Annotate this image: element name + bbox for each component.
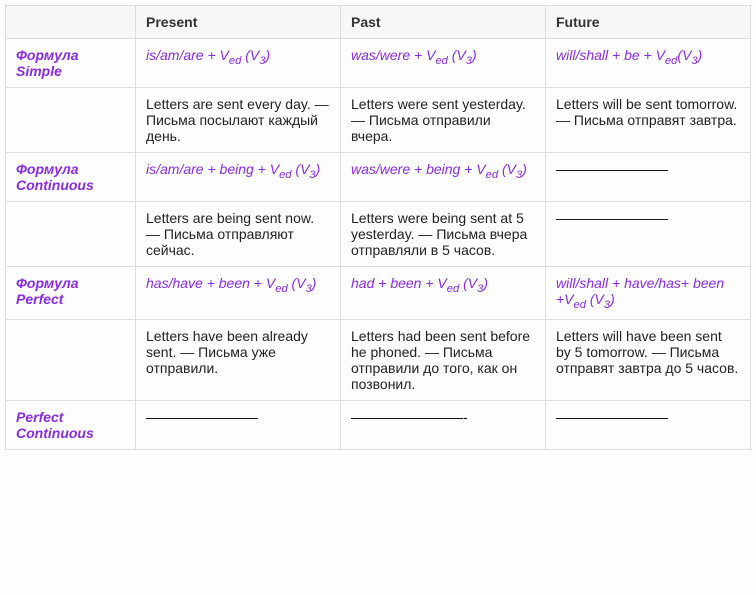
text: ) [265, 47, 270, 63]
perfect-example-row: Letters have been already sent. — Письма… [6, 319, 751, 400]
perfect-past-formula: had + been + Ved (V3) [341, 267, 546, 320]
continuous-past-formula: was/were + being + Ved (V3) [341, 153, 546, 202]
simple-present-formula: is/am/are + Ved (V3) [136, 39, 341, 88]
text: was/were + V [351, 47, 435, 63]
perfcont-past: ————————- [341, 400, 546, 449]
text: (V [586, 291, 604, 307]
text: ed [574, 299, 586, 311]
continuous-present-formula: is/am/are + being + Ved (V3) [136, 153, 341, 202]
continuous-future-example: ———————— [546, 202, 751, 267]
continuous-present-example: Letters are being sent now. — Письма отп… [136, 202, 341, 267]
text: (V [498, 161, 516, 177]
perfect-future-formula: will/shall + have/has+ been +Ved (V3) [546, 267, 751, 320]
continuous-formula-row: Формула Continuous is/am/are + being + V… [6, 153, 751, 202]
text: (V [241, 47, 259, 63]
text: (V [677, 47, 691, 63]
text: ed [447, 283, 459, 295]
text: ) [522, 161, 527, 177]
simple-future-example: Letters will be sent tomorrow. — Письма … [546, 88, 751, 153]
header-present: Present [136, 6, 341, 39]
text: ed [275, 283, 287, 295]
continuous-label: Формула Continuous [6, 153, 136, 202]
text: ) [312, 275, 317, 291]
perfect-continuous-label: Perfect Continuous [6, 400, 136, 449]
text: has/have + been + V [146, 275, 275, 291]
text: ) [610, 291, 615, 307]
text: had + been + V [351, 275, 447, 291]
text: ) [483, 275, 488, 291]
perfcont-present: ———————— [136, 400, 341, 449]
text: (V [448, 47, 466, 63]
passive-voice-table: Present Past Future Формула Simple is/am… [5, 5, 751, 450]
simple-label: Формула Simple [6, 39, 136, 88]
simple-example-row: Letters are sent every day. — Письма пос… [6, 88, 751, 153]
text: (V [459, 275, 477, 291]
text: (V [288, 275, 306, 291]
simple-present-example: Letters are sent every day. — Письма пос… [136, 88, 341, 153]
perfect-present-formula: has/have + been + Ved (V3) [136, 267, 341, 320]
perfect-formula-row: Формула Perfect has/have + been + Ved (V… [6, 267, 751, 320]
simple-formula-row: Формула Simple is/am/are + Ved (V3) was/… [6, 39, 751, 88]
header-past: Past [341, 6, 546, 39]
header-empty [6, 6, 136, 39]
text: ) [316, 161, 321, 177]
perfect-future-example: Letters will have been sent by 5 tomorro… [546, 319, 751, 400]
text: is/am/are + V [146, 47, 229, 63]
empty-cell [6, 319, 136, 400]
continuous-example-row: Letters are being sent now. — Письма отп… [6, 202, 751, 267]
continuous-past-example: Letters were being sent at 5 yesterday. … [341, 202, 546, 267]
perfect-past-example: Letters had been sent before he phoned. … [341, 319, 546, 400]
text: will/shall + be + V [556, 47, 665, 63]
text: ) [698, 47, 703, 63]
perfect-present-example: Letters have been already sent. — Письма… [136, 319, 341, 400]
text: ed [229, 55, 241, 67]
text: was/were + being + V [351, 161, 486, 177]
perfcont-future: ———————— [546, 400, 751, 449]
header-future: Future [546, 6, 751, 39]
text: (V [292, 161, 310, 177]
text: ed [486, 169, 498, 181]
simple-past-formula: was/were + Ved (V3) [341, 39, 546, 88]
text: ed [279, 169, 291, 181]
perfect-label: Формула Perfect [6, 267, 136, 320]
perfect-continuous-row: Perfect Continuous ———————— ————————- ——… [6, 400, 751, 449]
text: is/am/are + being + V [146, 161, 279, 177]
simple-future-formula: will/shall + be + Ved(V3) [546, 39, 751, 88]
empty-cell [6, 202, 136, 267]
text: ed [665, 55, 677, 67]
simple-past-example: Letters were sent yesterday. — Письма от… [341, 88, 546, 153]
header-row: Present Past Future [6, 6, 751, 39]
text: ) [472, 47, 477, 63]
empty-cell [6, 88, 136, 153]
continuous-future-formula: ———————— [546, 153, 751, 202]
text: ed [435, 55, 447, 67]
